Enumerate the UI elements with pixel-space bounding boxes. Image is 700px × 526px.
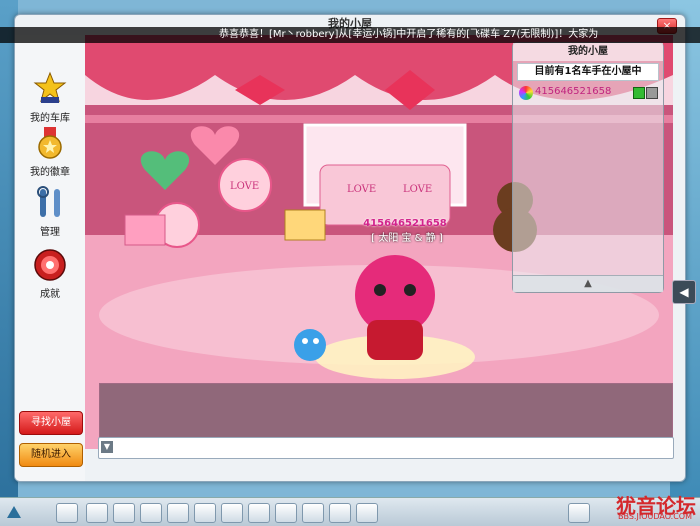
sidebar-item-label: 成就 [40, 289, 60, 300]
chat-toggle-icon[interactable]: ▼ [101, 441, 113, 453]
sidebar-item-manage[interactable]: 管理 [23, 185, 77, 238]
random-enter-button[interactable]: 随机进入 [19, 443, 83, 467]
gift-icon[interactable] [194, 503, 216, 523]
player-title: [ 太阳 宝 & 静 ] [371, 233, 443, 244]
sidebar-item-badge[interactable]: 我的徽章 [23, 125, 77, 178]
garage-star-icon [32, 71, 68, 107]
friends-icon[interactable] [302, 503, 324, 523]
occupancy-text: 目前有1名车手在小屋中 [517, 63, 659, 81]
sidebar-item-garage[interactable]: 我的车库 [23, 71, 77, 124]
user-name: 415646521658 [535, 86, 612, 97]
medal-icon [32, 125, 68, 161]
profile-icon[interactable] [646, 87, 658, 99]
menu-icon[interactable] [568, 503, 590, 523]
online-status-icon [633, 87, 645, 99]
sidebar-item-label: 我的车库 [30, 113, 70, 124]
sidebar-item-achievement[interactable]: 成就 [23, 247, 77, 300]
heart-icon[interactable] [248, 503, 270, 523]
panel-title: 我的小屋 [513, 43, 663, 61]
social-icon[interactable] [221, 503, 243, 523]
announcement-bar: 恭喜恭喜！[Mr丶robbery]从[幸运小锅]中开启了稀有的[飞碟车 Z7(无… [0, 27, 700, 43]
chat-log-area[interactable] [99, 383, 673, 445]
start-icon[interactable] [4, 503, 24, 521]
collapse-panel-button[interactable]: ◀ [672, 280, 696, 304]
home-icon[interactable] [113, 503, 135, 523]
settings-icon[interactable] [356, 503, 378, 523]
my-house-window: 我的小屋 × 我的车库 我的徽章 管理 成就 寻找小屋 随机进入 LOVE LO… [14, 14, 686, 482]
tools-icon [32, 185, 68, 221]
garage-icon[interactable] [167, 503, 189, 523]
svg-text:LOVE: LOVE [403, 184, 432, 195]
book-icon[interactable] [275, 503, 297, 523]
sidebar-item-label: 管理 [40, 227, 60, 238]
shop-icon[interactable] [86, 503, 108, 523]
back-icon[interactable] [56, 503, 78, 523]
announcement-text: 恭喜恭喜！[Mr丶robbery]从[幸运小锅]中开启了稀有的[飞碟车 Z7(无… [219, 29, 599, 40]
player-name: 415646521658 [363, 218, 447, 229]
rainbow-badge-icon [519, 86, 533, 100]
find-room-button[interactable]: 寻找小屋 [19, 411, 83, 435]
achievement-icon [32, 247, 68, 283]
room-occupancy-panel: 我的小屋 目前有1名车手在小屋中 415646521658 ▲ [512, 42, 664, 293]
sidebar-item-label: 我的徽章 [30, 167, 70, 178]
chat-icon[interactable] [329, 503, 351, 523]
svg-text:LOVE: LOVE [347, 184, 376, 195]
edit-icon[interactable] [140, 503, 162, 523]
taskbar [0, 497, 700, 526]
watermark-url: BBS.JIOUDAO.COM [618, 512, 692, 521]
panel-scroll-up[interactable]: ▲ [513, 275, 663, 292]
svg-text:LOVE: LOVE [230, 181, 259, 192]
user-list-item[interactable]: 415646521658 [519, 85, 658, 101]
sidebar: 我的车库 我的徽章 管理 成就 寻找小屋 随机进入 [15, 35, 85, 481]
chat-input[interactable]: ▼ [98, 437, 674, 459]
